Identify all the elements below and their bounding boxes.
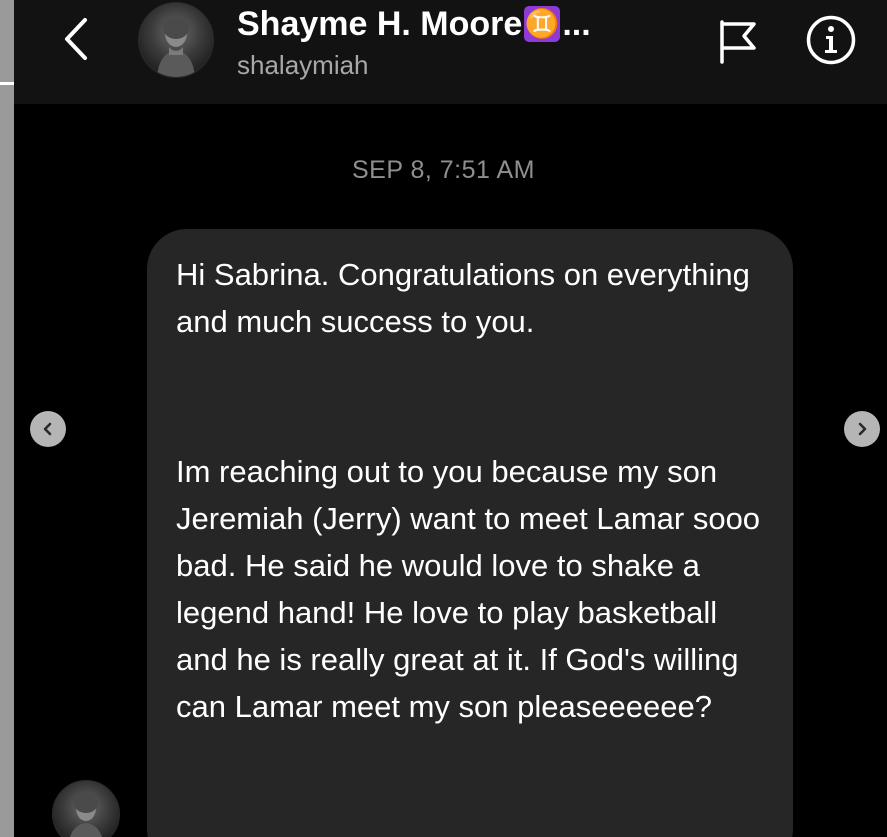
previous-image-button[interactable] bbox=[30, 411, 66, 447]
chevron-left-icon bbox=[43, 422, 52, 436]
left-edge-highlight bbox=[0, 82, 14, 85]
avatar-photo bbox=[69, 793, 103, 837]
sender-avatar[interactable] bbox=[52, 780, 120, 837]
message-text-paragraph-2: Im reaching out to you because my son Je… bbox=[176, 454, 761, 724]
left-edge-strip bbox=[0, 0, 14, 837]
chevron-left-icon bbox=[65, 18, 87, 60]
chevron-right-icon bbox=[858, 422, 867, 436]
contact-display-name: Shayme H. Moore bbox=[237, 4, 523, 43]
report-button[interactable] bbox=[714, 16, 760, 66]
info-icon bbox=[806, 15, 856, 65]
info-button[interactable] bbox=[805, 14, 857, 66]
next-image-button[interactable] bbox=[844, 411, 880, 447]
screenshot-frame: Shayme H. Moore ♊ ... shalaymiah SEP 8, … bbox=[0, 0, 887, 837]
flag-icon bbox=[720, 20, 756, 64]
chat-header: Shayme H. Moore ♊ ... shalaymiah bbox=[14, 0, 887, 104]
back-button[interactable] bbox=[58, 14, 94, 64]
contact-name-row[interactable]: Shayme H. Moore ♊ ... bbox=[237, 0, 591, 48]
gemini-emoji: ♊ bbox=[524, 6, 561, 42]
name-ellipsis: ... bbox=[562, 4, 591, 43]
message-text-paragraph-1: Hi Sabrina. Congratulations on everythin… bbox=[176, 257, 750, 339]
avatar-photo bbox=[157, 17, 195, 77]
message-timestamp: SEP 8, 7:51 AM bbox=[351, 156, 536, 184]
profile-avatar[interactable] bbox=[138, 2, 214, 78]
contact-username[interactable]: shalaymiah bbox=[237, 50, 369, 81]
